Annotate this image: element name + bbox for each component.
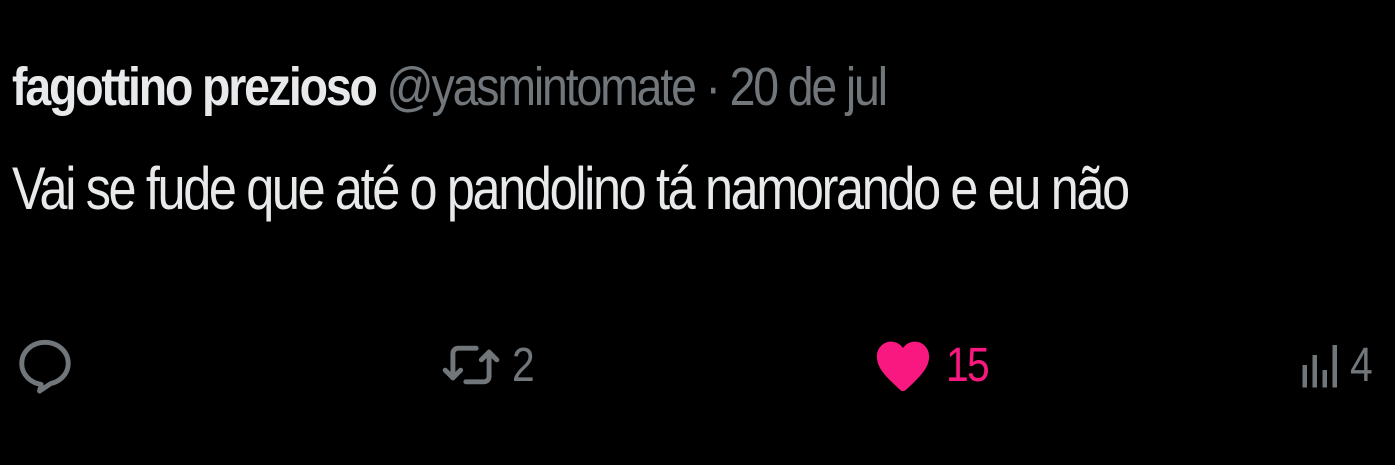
retweet-count: 2 — [512, 338, 535, 392]
tweet-date[interactable]: 20 de jul — [730, 57, 888, 117]
retweet-button[interactable]: 2 — [440, 320, 537, 410]
tweet-actions: 2 15 4 — [0, 320, 1395, 410]
views-button[interactable]: 4 — [1300, 320, 1375, 410]
reply-icon — [14, 334, 76, 396]
header-separator: · — [705, 57, 722, 117]
user-handle[interactable]: @yasmintomate — [387, 57, 697, 117]
retweet-icon — [440, 334, 502, 396]
views-icon — [1300, 334, 1340, 396]
heart-icon — [870, 332, 936, 398]
like-button[interactable]: 15 — [870, 320, 995, 410]
views-count: 4 — [1350, 338, 1373, 392]
tweet[interactable]: fagottino prezioso @yasmintomate · 20 de… — [0, 0, 1395, 465]
tweet-text: Vai se fude que até o pandolino tá namor… — [12, 155, 1130, 222]
like-count: 15 — [946, 338, 990, 392]
reply-button[interactable] — [14, 320, 76, 410]
tweet-header: fagottino prezioso @yasmintomate · 20 de… — [12, 52, 888, 122]
display-name[interactable]: fagottino prezioso — [12, 57, 378, 117]
